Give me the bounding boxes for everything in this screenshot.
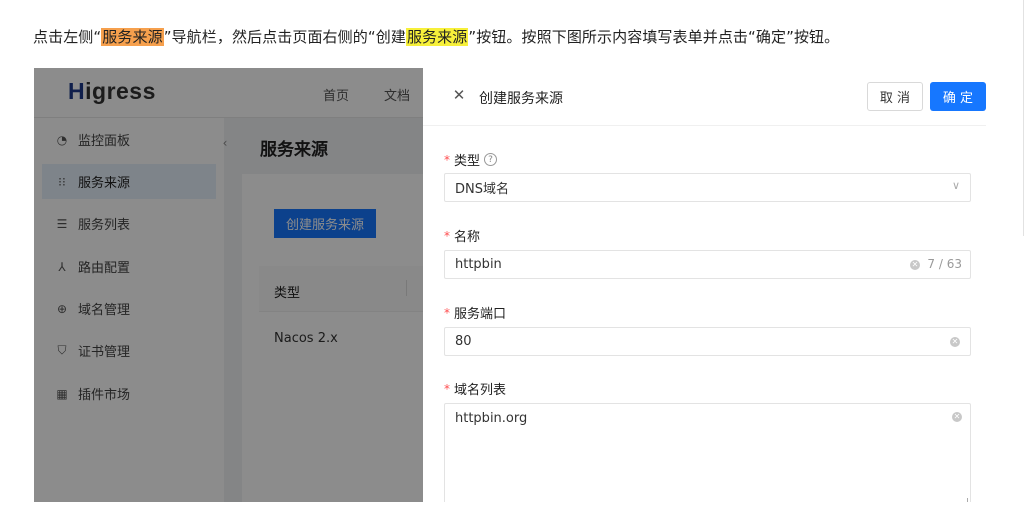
required-asterisk: *	[444, 381, 450, 396]
instruction-text: 点击左侧“服务来源”导航栏，然后点击页面右侧的“创建服务来源”按钮。按照下图所示…	[33, 26, 839, 47]
type-label: * 类型 ?	[444, 150, 498, 169]
instruction-part-1: 点击左侧“	[33, 28, 102, 46]
required-asterisk: *	[444, 305, 450, 320]
domains-textarea-value: httpbin.org	[455, 411, 528, 426]
drawer-mask[interactable]	[34, 68, 423, 502]
clear-icon[interactable]: ✕	[952, 412, 962, 422]
type-select-value: DNS域名	[455, 182, 509, 197]
chevron-down-icon: ∨	[951, 179, 960, 192]
name-input-value: httpbin	[455, 257, 502, 272]
instruction-highlight-1: 服务来源	[101, 28, 164, 46]
name-char-counter: 7 / 63	[927, 257, 962, 271]
instruction-part-2: ”导航栏，然后点击页面右侧的“创建	[163, 28, 406, 46]
domains-label: * 域名列表	[444, 381, 507, 399]
embedded-screenshot: Higress 首页 文档 ◔ 监控面板 ⁝⁝ 服务来源 ☰ 服务列表 ⅄ 路由…	[34, 68, 986, 502]
resize-handle[interactable]	[962, 498, 968, 502]
name-label: * 名称	[444, 228, 481, 246]
drawer-title: 创建服务来源	[479, 91, 563, 107]
name-input[interactable]: httpbin ✕ 7 / 63	[444, 250, 971, 279]
close-icon[interactable]: ✕	[451, 87, 467, 103]
page-scrollbar[interactable]	[1023, 0, 1024, 236]
cancel-button[interactable]: 取 消	[867, 82, 923, 111]
port-label: * 服务端口	[444, 305, 507, 323]
domains-textarea[interactable]: httpbin.org ✕	[444, 403, 971, 502]
create-service-source-drawer: ✕ 创建服务来源 取 消 确 定 * 类型 ? DNS域名 ∨ * 名称 htt…	[423, 68, 986, 502]
confirm-button[interactable]: 确 定	[930, 82, 986, 111]
port-input-value: 80	[455, 334, 472, 349]
clear-icon[interactable]: ✕	[910, 260, 920, 270]
required-asterisk: *	[444, 228, 450, 243]
instruction-highlight-2: 服务来源	[405, 28, 469, 46]
clear-icon[interactable]: ✕	[950, 337, 960, 347]
type-select[interactable]: DNS域名 ∨	[444, 173, 971, 202]
drawer-header-divider	[423, 125, 986, 126]
instruction-part-3: ”按钮。按照下图所示内容填写表单并点击“确定”按钮。	[468, 28, 840, 46]
port-input[interactable]: 80 ✕	[444, 327, 971, 356]
required-asterisk: *	[444, 152, 450, 167]
help-icon[interactable]: ?	[484, 153, 498, 166]
